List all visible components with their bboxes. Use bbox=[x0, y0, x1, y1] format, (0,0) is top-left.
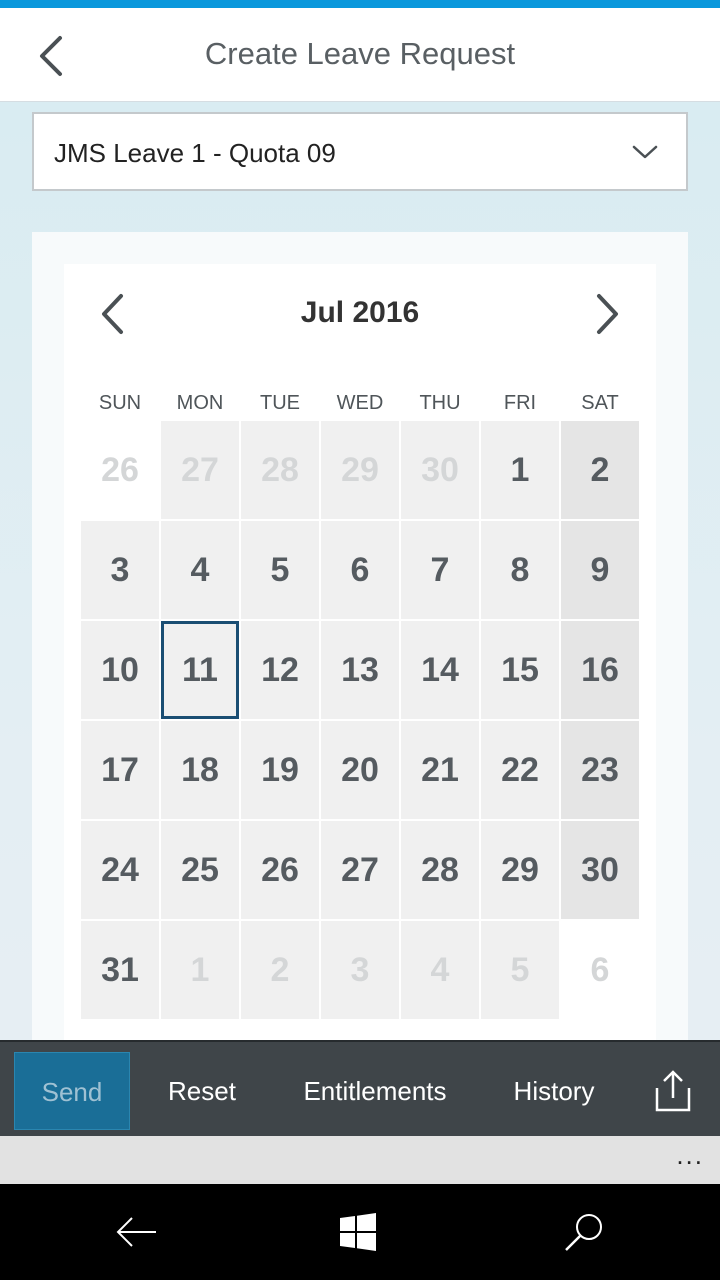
day-cell-prev-month[interactable]: 26 bbox=[81, 421, 159, 519]
day-cell-weekend[interactable]: 30 bbox=[561, 821, 639, 919]
month-title: Jul 2016 bbox=[300, 296, 420, 329]
day-cell-next-month[interactable]: 6 bbox=[561, 921, 639, 1019]
windows-logo-icon bbox=[340, 1213, 376, 1251]
day-cell[interactable]: 7 bbox=[401, 521, 479, 619]
nav-home-button[interactable] bbox=[328, 1208, 388, 1256]
day-cell[interactable]: 24 bbox=[81, 821, 159, 919]
chevron-down-icon bbox=[632, 145, 658, 159]
day-cell-prev-month[interactable]: 30 bbox=[401, 421, 479, 519]
day-cell[interactable]: 6 bbox=[321, 521, 399, 619]
day-cell[interactable]: 22 bbox=[481, 721, 559, 819]
day-cell-today[interactable]: 11 bbox=[161, 621, 239, 719]
day-cell-prev-month[interactable]: 28 bbox=[241, 421, 319, 519]
weekday-wed: WED bbox=[336, 392, 384, 414]
share-icon bbox=[655, 1070, 691, 1112]
next-month-button[interactable] bbox=[588, 290, 628, 338]
entitlements-button[interactable]: Entitlements bbox=[284, 1052, 466, 1130]
day-cell[interactable]: 15 bbox=[481, 621, 559, 719]
weekday-thu: THU bbox=[419, 392, 461, 414]
page-title: Create Leave Request bbox=[204, 36, 516, 71]
calendar-day-grid: 26 27 28 29 30 1 2 3 4 5 6 7 8 9 10 11 1… bbox=[81, 421, 639, 1019]
day-cell-weekend[interactable]: 23 bbox=[561, 721, 639, 819]
reset-button[interactable]: Reset bbox=[146, 1052, 258, 1130]
day-cell[interactable]: 4 bbox=[161, 521, 239, 619]
day-cell-next-month[interactable]: 4 bbox=[401, 921, 479, 1019]
back-arrow-icon bbox=[116, 1217, 156, 1247]
day-cell[interactable]: 14 bbox=[401, 621, 479, 719]
send-button[interactable]: Send bbox=[14, 1052, 130, 1130]
day-cell[interactable]: 12 bbox=[241, 621, 319, 719]
day-cell-next-month[interactable]: 1 bbox=[161, 921, 239, 1019]
leave-type-select[interactable]: JMS Leave 1 - Quota 09 bbox=[32, 112, 688, 191]
day-cell[interactable]: 8 bbox=[481, 521, 559, 619]
system-nav-bar bbox=[0, 1184, 720, 1280]
day-cell[interactable]: 26 bbox=[241, 821, 319, 919]
day-cell[interactable]: 19 bbox=[241, 721, 319, 819]
weekday-fri: FRI bbox=[503, 392, 537, 414]
day-cell[interactable]: 25 bbox=[161, 821, 239, 919]
day-cell[interactable]: 10 bbox=[81, 621, 159, 719]
day-cell-weekend[interactable]: 2 bbox=[561, 421, 639, 519]
nav-back-button[interactable] bbox=[106, 1208, 166, 1256]
day-cell[interactable]: 29 bbox=[481, 821, 559, 919]
day-cell[interactable]: 18 bbox=[161, 721, 239, 819]
day-cell[interactable]: 3 bbox=[81, 521, 159, 619]
day-cell[interactable]: 5 bbox=[241, 521, 319, 619]
day-cell[interactable]: 1 bbox=[481, 421, 559, 519]
search-icon bbox=[565, 1214, 602, 1251]
top-accent-bar bbox=[0, 0, 720, 8]
app-header: Create Leave Request bbox=[0, 8, 720, 102]
day-cell-weekend[interactable]: 16 bbox=[561, 621, 639, 719]
day-cell-weekend[interactable]: 9 bbox=[561, 521, 639, 619]
weekday-mon: MON bbox=[176, 392, 224, 414]
weekday-sun: SUN bbox=[98, 392, 142, 414]
day-cell[interactable]: 31 bbox=[81, 921, 159, 1019]
history-button[interactable]: History bbox=[492, 1052, 616, 1130]
day-cell[interactable]: 13 bbox=[321, 621, 399, 719]
day-cell[interactable]: 28 bbox=[401, 821, 479, 919]
day-cell-prev-month[interactable]: 27 bbox=[161, 421, 239, 519]
more-options-button[interactable]: ... bbox=[676, 1140, 704, 1171]
day-cell-next-month[interactable]: 2 bbox=[241, 921, 319, 1019]
chevron-right-icon bbox=[597, 294, 618, 334]
day-cell-next-month[interactable]: 3 bbox=[321, 921, 399, 1019]
weekday-tue: TUE bbox=[260, 392, 300, 414]
weekday-sat: SAT bbox=[581, 392, 619, 414]
day-cell-prev-month[interactable]: 29 bbox=[321, 421, 399, 519]
day-cell[interactable]: 17 bbox=[81, 721, 159, 819]
share-button[interactable] bbox=[640, 1052, 706, 1130]
app-bar-overflow: ... bbox=[0, 1136, 720, 1184]
leave-type-value: JMS Leave 1 - Quota 09 bbox=[54, 138, 336, 168]
day-cell[interactable]: 20 bbox=[321, 721, 399, 819]
action-toolbar: Send Reset Entitlements History bbox=[0, 1040, 720, 1136]
day-cell-next-month[interactable]: 5 bbox=[481, 921, 559, 1019]
day-cell[interactable]: 21 bbox=[401, 721, 479, 819]
day-cell[interactable]: 27 bbox=[321, 821, 399, 919]
nav-search-button[interactable] bbox=[554, 1208, 614, 1256]
